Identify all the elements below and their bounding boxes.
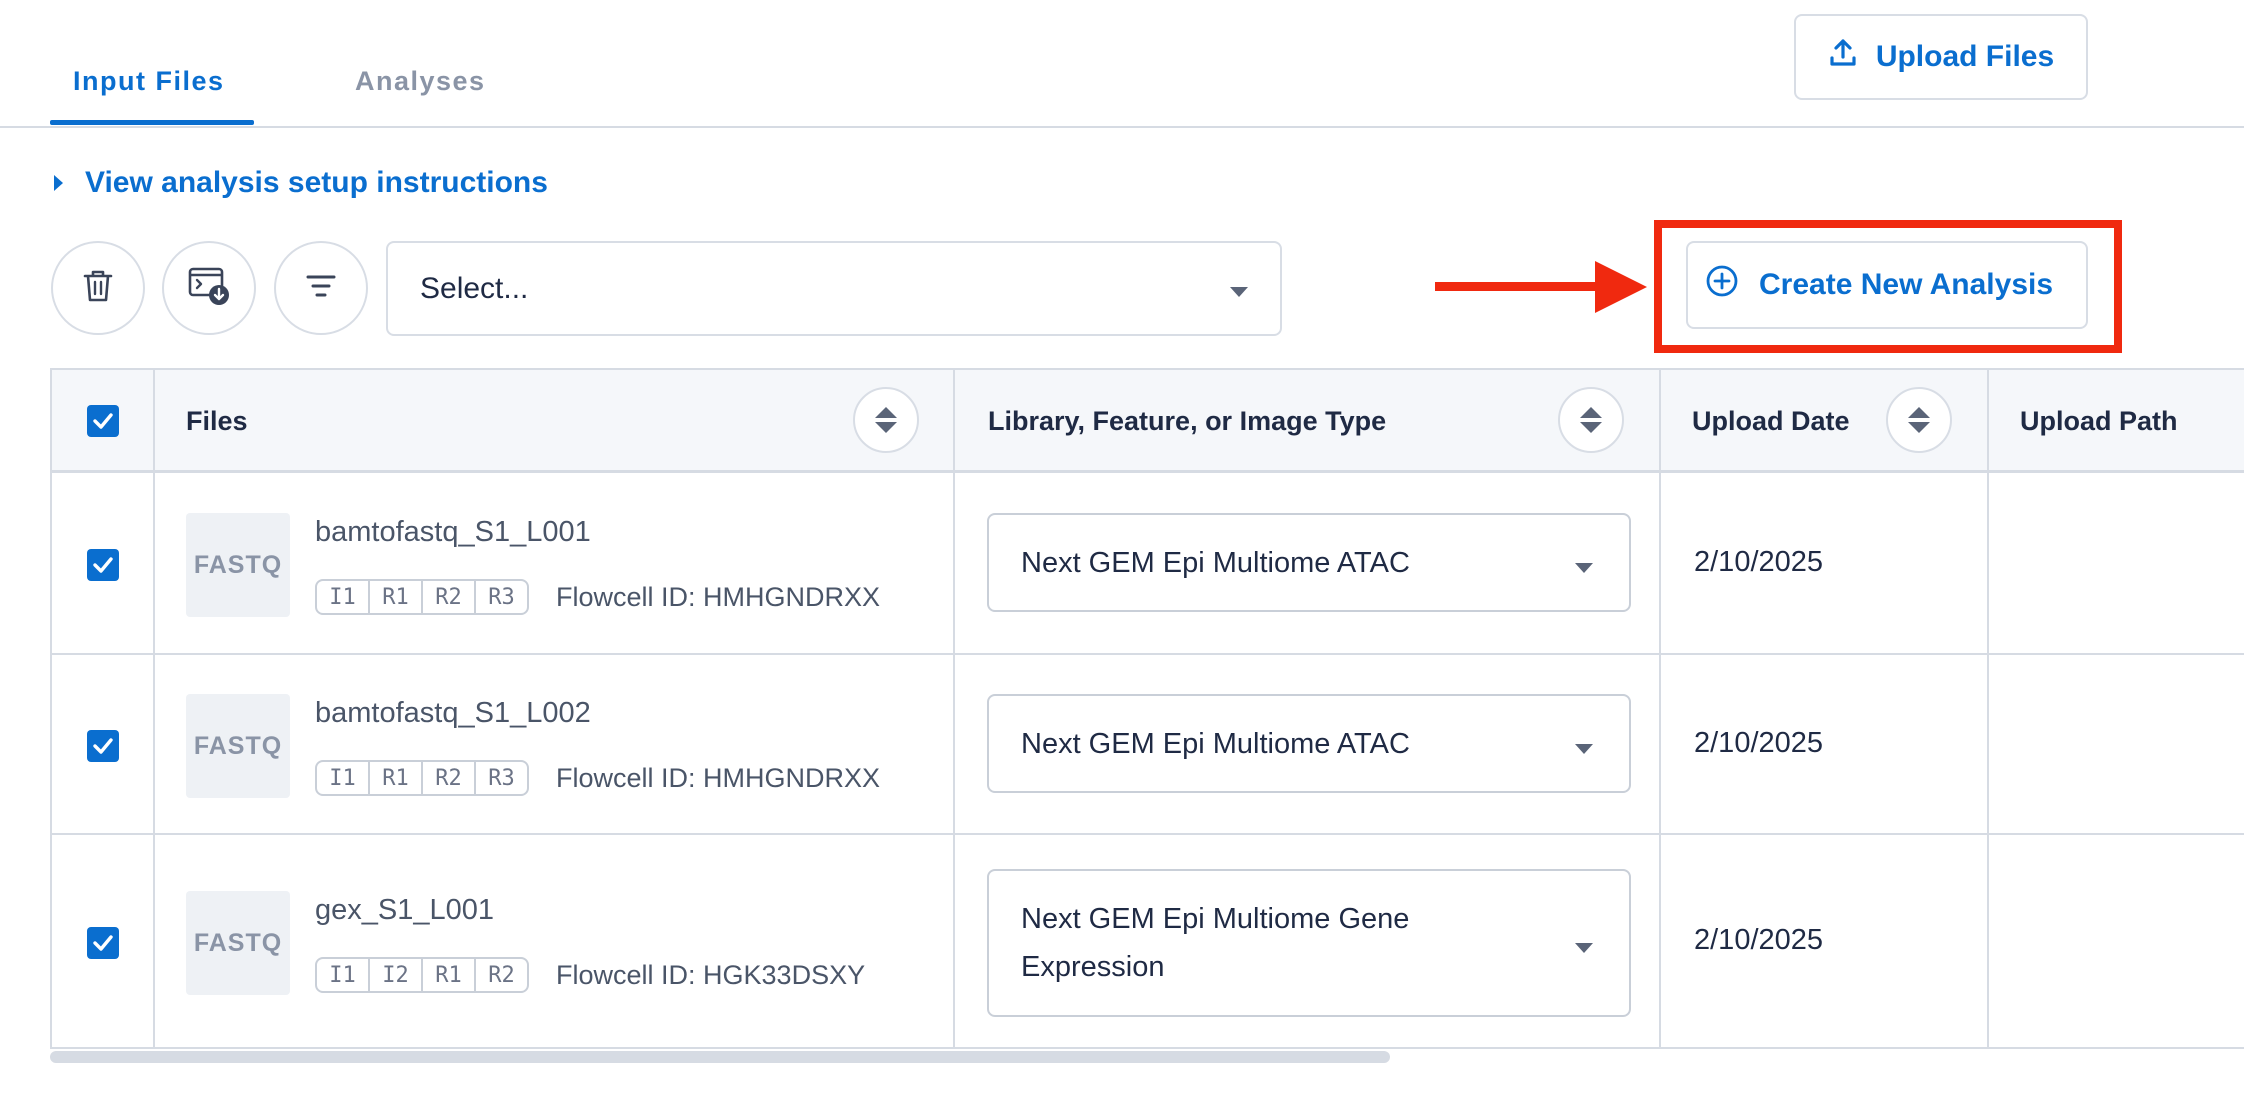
read-chip: I1 [317,959,370,991]
chevron-down-icon [1575,943,1593,953]
column-divider [1659,370,1661,1047]
file-name: bamtofastq_S1_L002 [315,697,591,729]
active-tab-indicator [50,120,254,125]
sort-down-icon [875,422,897,433]
sort-down-icon [1908,422,1930,433]
create-new-analysis-button[interactable]: Create New Analysis [1686,241,2088,329]
read-chips: I1 I2 R1 R2 [315,957,529,993]
flowcell-id: Flowcell ID: HGK33DSXY [556,960,866,990]
read-chip: R3 [488,765,515,791]
annotation-arrow-line [1435,282,1607,291]
plus-circle-icon [1705,264,1739,306]
upload-files-button[interactable]: Upload Files [1794,14,2088,100]
fastq-file-icon: FASTQ [186,694,290,798]
row-checkbox[interactable] [87,730,119,762]
library-type-select[interactable]: Next GEM Epi Multiome ATAC [987,694,1631,793]
library-type-line: Next GEM Epi Multiome Gene [1021,903,1410,935]
trash-icon [81,268,115,309]
cli-download-button[interactable] [162,241,256,335]
terminal-download-icon [187,265,231,312]
select-dropdown[interactable]: Select... [386,241,1282,336]
checkmark-icon [93,935,113,951]
tab-input-files[interactable]: Input Files [73,66,225,97]
sort-up-icon [1908,407,1930,418]
sort-down-icon [1580,422,1602,433]
fastq-file-icon: FASTQ [186,513,290,617]
create-new-analysis-label: Create New Analysis [1759,268,2054,301]
row-checkbox[interactable] [87,549,119,581]
checkmark-icon [93,738,113,754]
read-chip: R2 [423,581,476,613]
select-all-checkbox[interactable] [87,405,119,437]
row-checkbox[interactable] [87,927,119,959]
sort-up-icon [1580,407,1602,418]
delete-button[interactable] [51,241,145,335]
file-name: gex_S1_L001 [315,894,494,926]
header-upload-path: Upload Path [2020,406,2178,436]
flowcell-id: Flowcell ID: HMHGNDRXX [556,582,881,612]
read-chip: R2 [488,962,515,988]
column-divider [1987,370,1989,1047]
tabs-divider [0,126,2244,128]
read-chip: I1 [317,581,370,613]
upload-date: 2/10/2025 [1694,727,1824,759]
read-chips: I1 R1 R2 R3 [315,579,529,615]
checkmark-icon [93,413,113,429]
chevron-down-icon [1575,563,1593,573]
sort-files-button[interactable] [853,387,919,453]
filter-button[interactable] [274,241,368,335]
library-type-select[interactable]: Next GEM Epi Multiome ATAC [987,513,1631,612]
view-instructions-link[interactable]: View analysis setup instructions [50,166,548,200]
read-chips: I1 R1 R2 R3 [315,760,529,796]
library-type-value: Next GEM Epi Multiome ATAC [1021,546,1410,579]
row-divider [52,833,2244,835]
files-table: Files Library, Feature, or Image Type Up… [50,368,2244,1049]
file-name: bamtofastq_S1_L001 [315,516,591,548]
library-type-line: Expression [1021,951,1165,983]
sort-date-button[interactable] [1886,387,1952,453]
upload-date: 2/10/2025 [1694,546,1824,578]
upload-icon [1828,38,1858,76]
read-chip: R1 [370,762,423,794]
upload-date: 2/10/2025 [1694,924,1824,956]
read-chip: R3 [488,584,515,610]
library-type-value: Next GEM Epi Multiome Gene Expression [1021,895,1409,991]
library-type-value: Next GEM Epi Multiome ATAC [1021,727,1410,760]
caret-right-icon [54,175,63,191]
sort-library-button[interactable] [1558,387,1624,453]
chevron-down-icon [1575,744,1593,754]
select-value: Select... [420,271,529,305]
read-chip: R1 [423,959,476,991]
read-chip: R2 [423,762,476,794]
library-type-select[interactable]: Next GEM Epi Multiome Gene Expression [987,869,1631,1017]
header-files: Files [186,406,248,436]
tab-analyses[interactable]: Analyses [355,66,486,97]
fastq-file-icon: FASTQ [186,891,290,995]
checkmark-icon [93,557,113,573]
filter-icon [305,272,337,305]
horizontal-scrollbar[interactable] [50,1051,1390,1063]
column-divider [953,370,955,1047]
read-chip: I2 [370,959,423,991]
view-instructions-label: View analysis setup instructions [85,166,548,199]
header-upload-date: Upload Date [1692,406,1850,436]
header-library-type: Library, Feature, or Image Type [988,406,1387,436]
column-divider [153,370,155,1047]
upload-files-label: Upload Files [1875,40,2055,73]
flowcell-id: Flowcell ID: HMHGNDRXX [556,763,881,793]
chevron-down-icon [1230,287,1248,297]
read-chip: R1 [370,581,423,613]
row-divider [52,653,2244,655]
read-chip: I1 [317,762,370,794]
sort-up-icon [875,407,897,418]
annotation-arrow-head [1595,261,1647,313]
